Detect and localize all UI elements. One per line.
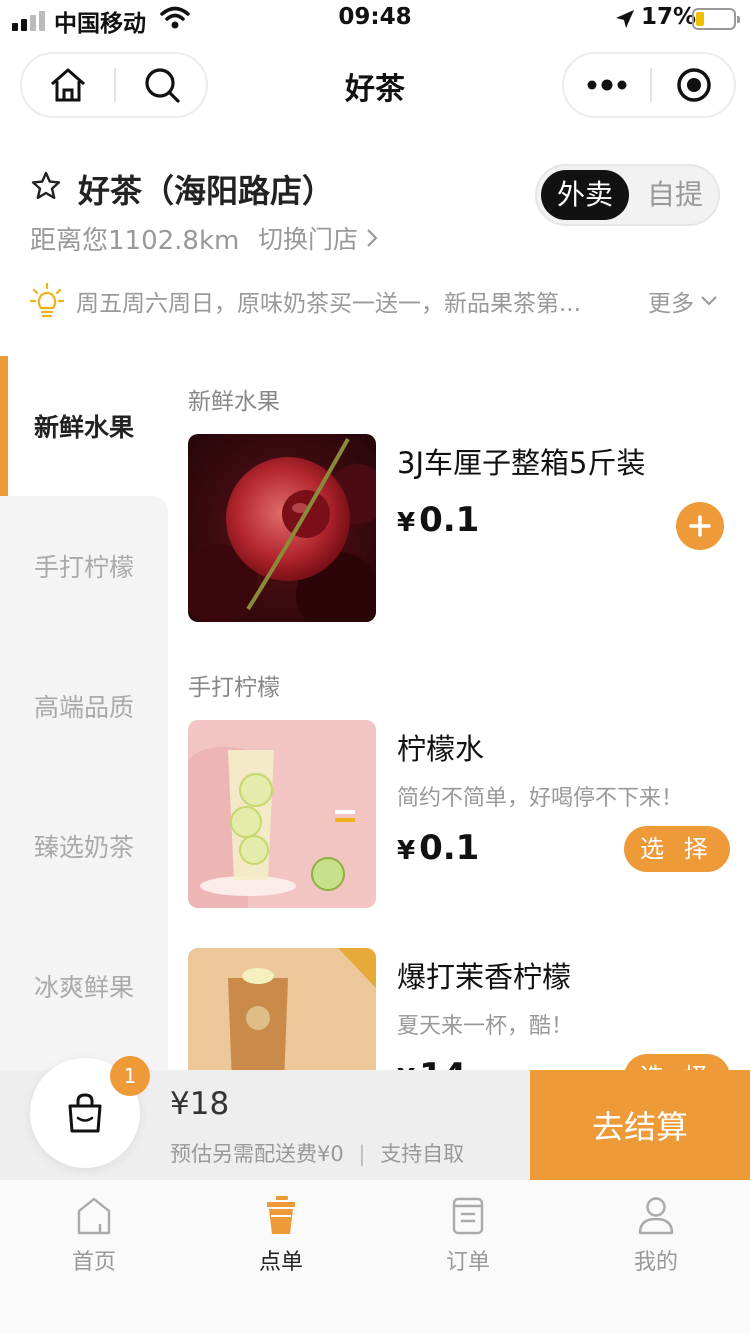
product-name: 爆打茉香柠檬 [397, 960, 572, 994]
tab-home[interactable]: 首页 [0, 1196, 188, 1276]
user-icon [638, 1197, 674, 1235]
category-sidebar: 新鲜水果 手打柠檬 高端品质 臻选奶茶 冰爽鲜果 [0, 356, 168, 1096]
product-price: ¥14 [397, 1056, 466, 1070]
checkout-button[interactable]: 去结算 [530, 1070, 750, 1180]
more-dots-icon [587, 79, 627, 91]
category-iced-fruit[interactable]: 冰爽鲜果 [0, 916, 168, 1056]
product-image-lemonade[interactable] [188, 720, 376, 908]
price-value: 14 [419, 1056, 466, 1070]
promo-text: 周五周六周日，原味奶茶买一送一，新品果茶第... [76, 291, 581, 317]
delivery-fee-note: 预估另需配送费¥0 [170, 1142, 344, 1166]
cart-count-badge: 1 [110, 1056, 150, 1096]
price-value: 0.1 [419, 828, 480, 868]
clock: 09:48 [338, 4, 412, 30]
category-hand-lemon[interactable]: 手打柠檬 [0, 496, 168, 636]
delivery-mode-toggle: 外卖 自提 [535, 164, 720, 226]
cart-bar: 1 ¥18 预估另需配送费¥0 | 支持自取 去结算 [0, 1056, 750, 1180]
promo-more-button[interactable]: 更多 [648, 284, 718, 318]
promo-more-label: 更多 [648, 291, 694, 317]
order-icon [452, 1197, 484, 1235]
product-name: 柠檬水 [397, 732, 485, 766]
cup-icon [267, 1196, 295, 1234]
tab-profile[interactable]: 我的 [562, 1196, 750, 1276]
section-title: 手打柠檬 [188, 675, 280, 701]
product-image-cherry[interactable] [188, 434, 376, 622]
more-menu-button[interactable] [564, 54, 650, 116]
tab-label: 我的 [633, 1250, 678, 1275]
tab-label: 首页 [71, 1250, 116, 1275]
chevron-down-icon [701, 296, 717, 306]
product-image-jasmine-lemon[interactable] [188, 948, 376, 1070]
home-icon [77, 1197, 111, 1235]
nav-capsule-right [562, 52, 736, 118]
battery-icon [692, 8, 740, 30]
product-item[interactable]: 3J车厘子整箱5斤装 ¥0.1 [188, 434, 748, 624]
mode-delivery[interactable]: 外卖 [541, 170, 629, 220]
pickup-note: 支持自取 [380, 1142, 465, 1166]
switch-store-link[interactable]: 切换门店 [258, 220, 378, 256]
chevron-right-icon [367, 229, 378, 247]
mode-pickup[interactable]: 自提 [635, 170, 715, 220]
product-description: 夏天来一杯，酷！ [397, 1014, 574, 1039]
currency-symbol: ¥ [397, 508, 416, 538]
plus-icon [689, 515, 711, 537]
section-title: 新鲜水果 [188, 389, 280, 415]
lightbulb-icon [30, 282, 64, 318]
product-list[interactable]: 新鲜水果 3J车厘子整箱5斤装 ¥ 0.1 手打柠檬 柠檬水 简约不简单，好喝停… [168, 356, 750, 1070]
location-arrow-icon [616, 10, 634, 28]
battery-percent: 17% [641, 4, 697, 30]
product-price: ¥0.1 [397, 828, 479, 868]
select-spec-button[interactable]: 选 择 [624, 1054, 730, 1070]
price-value: 0.1 [419, 500, 480, 540]
favorite-star-icon[interactable] [30, 170, 62, 202]
category-premium[interactable]: 高端品质 [0, 636, 168, 776]
product-item[interactable]: 爆打茉香柠檬 夏天来一杯，酷！ ¥14 选 择 [188, 948, 748, 1070]
status-bar: 中国移动 09:48 17% [0, 0, 750, 40]
cart-total: ¥18 [170, 1086, 230, 1122]
shopping-bag-icon [68, 1093, 102, 1133]
add-to-cart-button[interactable] [676, 502, 724, 550]
product-description: 简约不简单，好喝停不下来！ [397, 786, 684, 811]
store-distance: 距离您1102.8km [30, 226, 240, 256]
tab-label: 点单 [258, 1250, 303, 1275]
category-fresh-fruit[interactable]: 新鲜水果 [0, 356, 168, 496]
close-miniprogram-button[interactable] [652, 54, 736, 116]
cart-note: 预估另需配送费¥0 | 支持自取 [170, 1142, 465, 1166]
product-name: 3J车厘子整箱5斤装 [397, 446, 646, 480]
tab-label: 订单 [445, 1250, 490, 1275]
store-name: 好茶（海阳路店） [78, 172, 335, 210]
currency-symbol: ¥ [397, 836, 416, 866]
product-item[interactable]: 柠檬水 简约不简单，好喝停不下来！ ¥0.1 选 择 [188, 720, 748, 910]
tab-orders[interactable]: 订单 [374, 1196, 562, 1276]
product-price: ¥0.1 [397, 500, 479, 540]
switch-store-label: 切换门店 [258, 225, 359, 254]
tab-bar: 首页 点单 订单 我的 [0, 1180, 750, 1334]
select-spec-button[interactable]: 选 择 [624, 826, 730, 872]
tab-order-menu[interactable]: 点单 [187, 1196, 375, 1276]
category-milk-tea[interactable]: 臻选奶茶 [0, 776, 168, 916]
target-close-icon [677, 68, 711, 102]
